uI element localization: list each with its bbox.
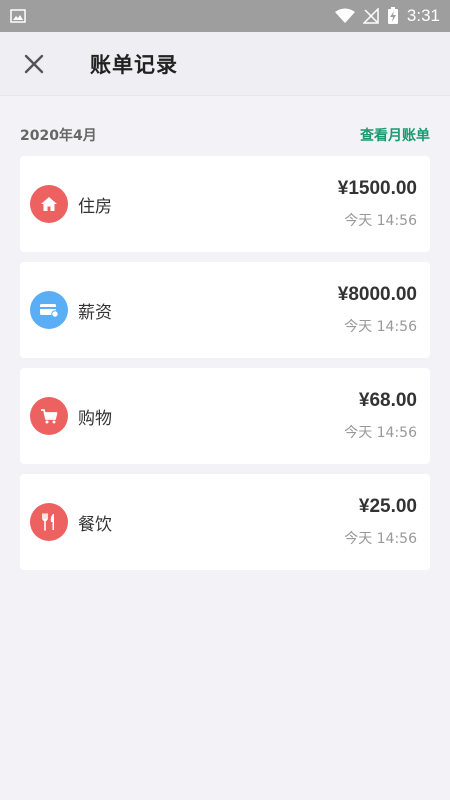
record-amount: ¥1500.00	[337, 178, 417, 199]
record-category: 餐饮	[78, 514, 112, 535]
record-amount: ¥68.00	[358, 390, 417, 411]
page-title: 账单记录	[90, 52, 178, 77]
record-item-salary[interactable]: 薪资 ¥8000.00 今天 14:56	[20, 262, 430, 358]
record-category: 薪资	[78, 302, 112, 323]
record-category: 购物	[78, 408, 112, 429]
record-time: 今天 14:56	[344, 531, 417, 547]
record-item-dining[interactable]: 餐饮 ¥25.00 今天 14:56	[20, 474, 430, 570]
month-row: 2020年4月 查看月账单	[0, 96, 450, 156]
close-icon	[24, 54, 44, 73]
salary-card-icon	[40, 304, 59, 318]
record-list: 住房 ¥1500.00 今天 14:56 薪资 ¥8000.00 今天 14:5…	[0, 156, 450, 570]
record-icon-bg	[30, 185, 68, 223]
record-item-housing[interactable]: 住房 ¥1500.00 今天 14:56	[20, 156, 430, 252]
record-icon-bg	[30, 503, 68, 541]
fork-knife-icon	[42, 513, 54, 531]
no-signal-icon	[362, 8, 379, 24]
close-button[interactable]	[22, 52, 46, 76]
record-time: 今天 14:56	[344, 319, 417, 335]
shopping-cart-icon	[41, 409, 58, 424]
record-time: 今天 14:56	[344, 425, 417, 441]
status-time: 3:31	[406, 6, 440, 25]
status-bar: 3:31	[0, 0, 450, 32]
house-icon	[41, 197, 57, 211]
battery-charging-icon	[387, 7, 398, 24]
record-category: 住房	[78, 196, 112, 217]
record-time: 今天 14:56	[344, 213, 417, 229]
status-icons: 3:31	[334, 6, 440, 26]
record-item-shopping[interactable]: 购物 ¥68.00 今天 14:56	[20, 368, 430, 464]
record-icon-bg	[30, 397, 68, 435]
month-label: 2020年4月	[20, 128, 97, 144]
view-month-bill-link[interactable]: 查看月账单	[360, 107, 430, 145]
wifi-icon	[334, 8, 355, 23]
record-icon-bg	[30, 291, 68, 329]
record-amount: ¥8000.00	[337, 284, 417, 305]
record-amount: ¥25.00	[358, 496, 417, 517]
gallery-icon	[10, 9, 26, 23]
app-header: 账单记录	[0, 32, 450, 96]
